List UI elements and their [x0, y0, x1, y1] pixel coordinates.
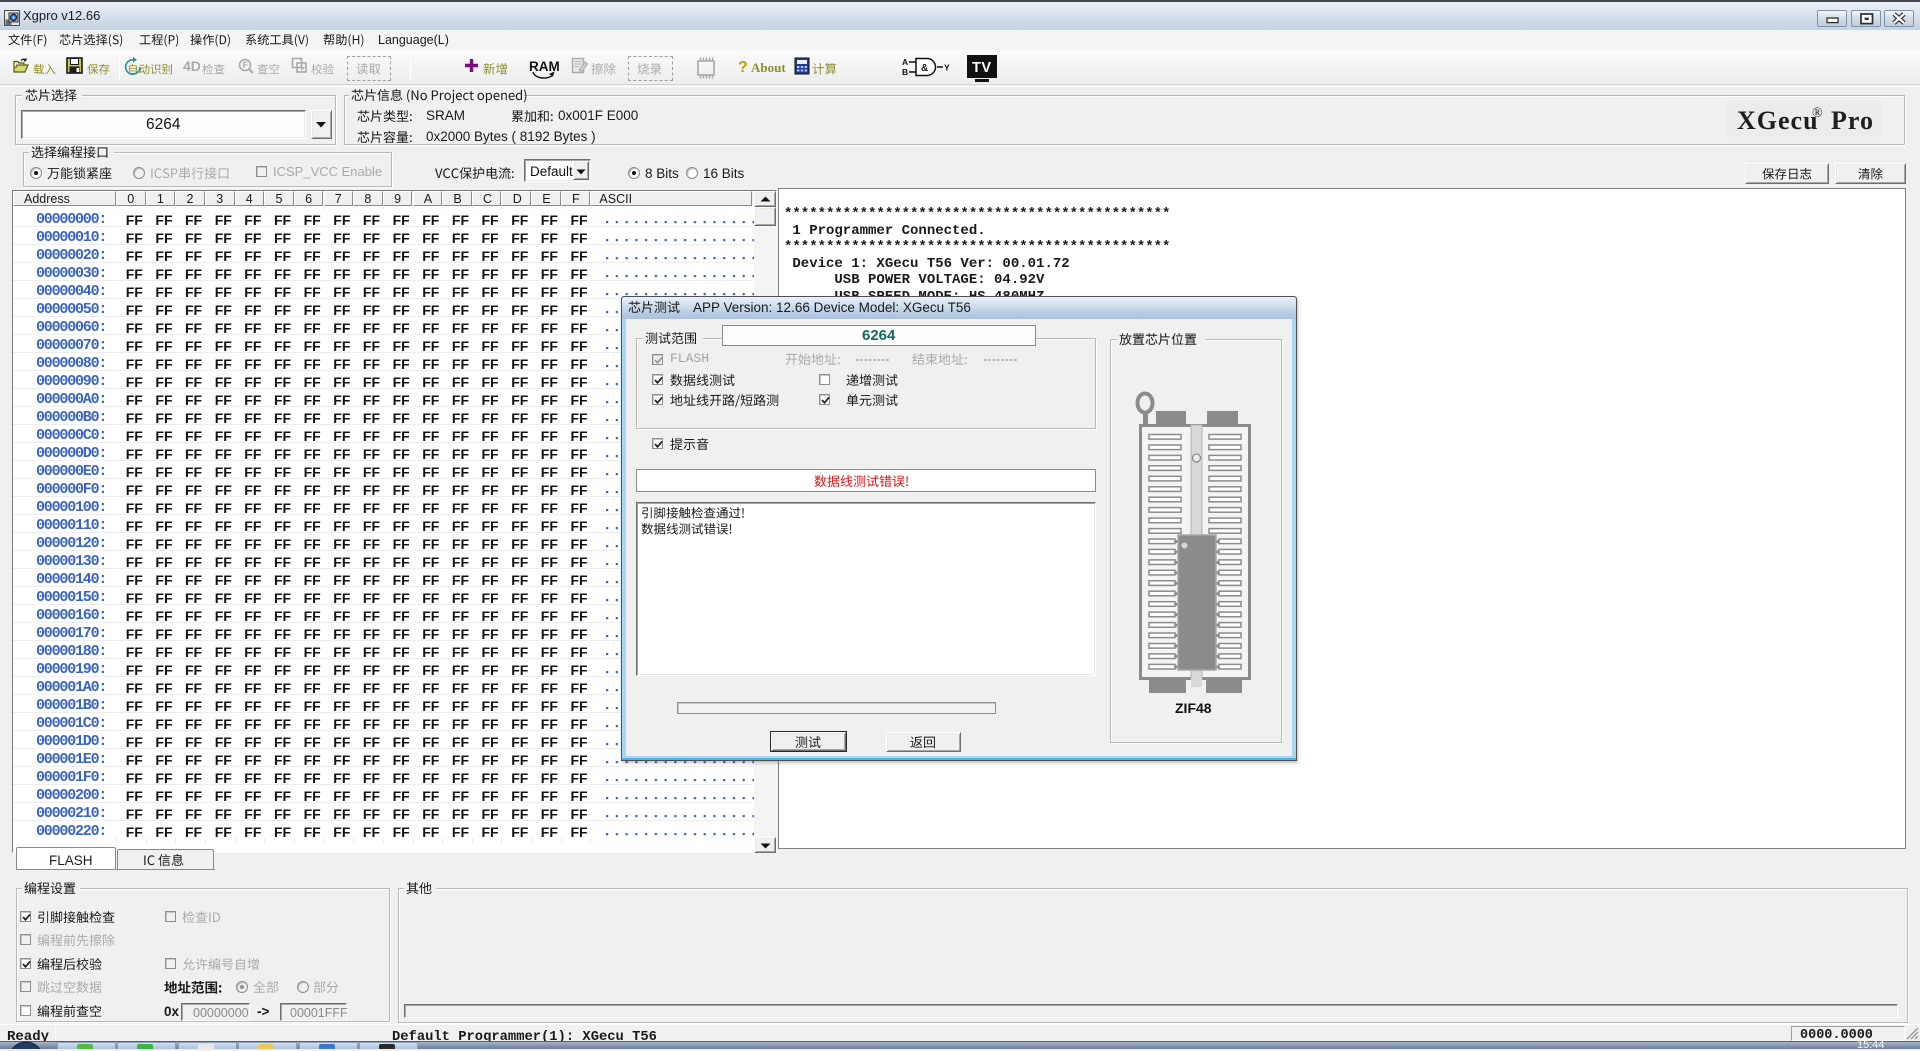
svg-text:Y: Y [944, 63, 950, 73]
svg-text:A: A [902, 57, 908, 67]
svg-text:&: & [921, 63, 928, 74]
svg-text:F: F [243, 60, 249, 70]
svg-text:B: B [902, 67, 908, 77]
svg-text:4D: 4D [183, 58, 200, 74]
